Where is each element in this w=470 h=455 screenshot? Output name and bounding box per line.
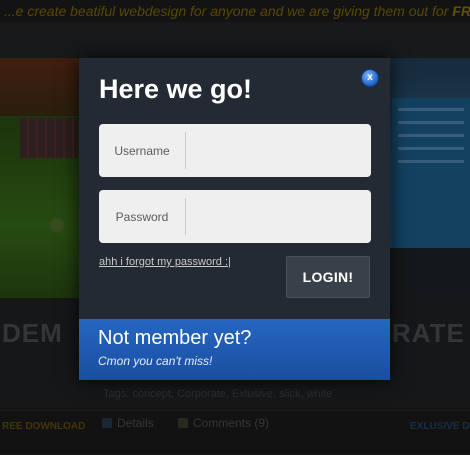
close-icon[interactable]: x xyxy=(361,69,379,87)
login-button[interactable]: LOGIN! xyxy=(286,256,370,298)
password-input[interactable] xyxy=(186,190,382,243)
forgot-password-link[interactable]: ahh i forgot my password :| xyxy=(99,256,231,268)
username-label: Username xyxy=(114,143,170,158)
username-input[interactable] xyxy=(186,124,382,177)
password-field[interactable]: Password xyxy=(99,190,382,243)
username-field[interactable]: Username xyxy=(99,124,382,177)
modal-title: Here we go! xyxy=(99,74,253,104)
login-modal: Here we go! x Username Password ahh i fo… xyxy=(79,58,390,380)
signup-subtitle: Cmon you can't miss! xyxy=(98,354,213,368)
signup-banner[interactable]: Not member yet? Cmon you can't miss! xyxy=(79,319,390,380)
signup-title: Not member yet? xyxy=(98,327,252,349)
password-label: Password xyxy=(115,209,169,224)
